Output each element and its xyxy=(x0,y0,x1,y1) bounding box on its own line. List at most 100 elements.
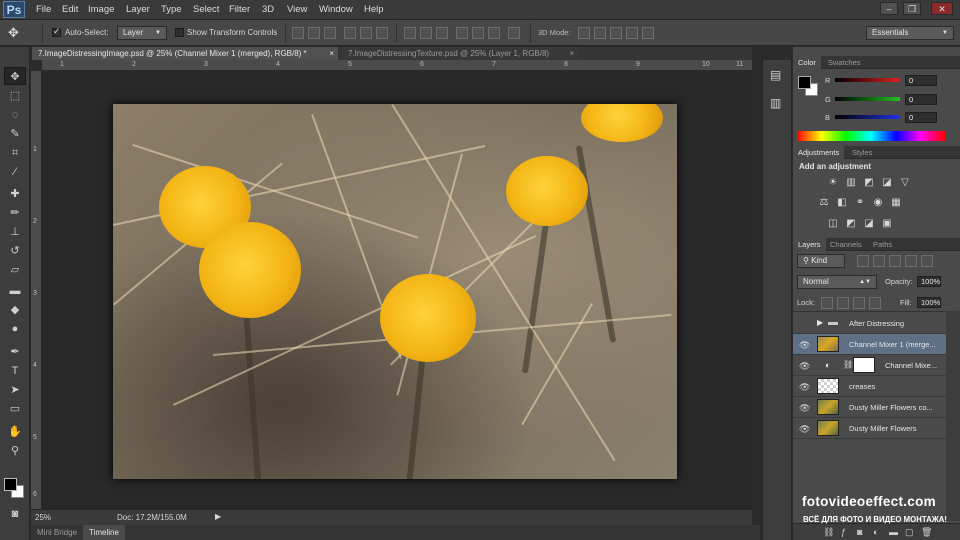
history-brush-tool-icon[interactable]: ↺ xyxy=(4,242,26,260)
hue-saturation-icon[interactable]: ⚖ xyxy=(818,197,830,208)
marquee-tool-icon[interactable]: ⬚ xyxy=(4,87,26,105)
tab-styles[interactable]: Styles xyxy=(847,146,877,159)
tab-swatches[interactable]: Swatches xyxy=(823,56,866,69)
new-adjustment-icon[interactable]: ◐ xyxy=(873,527,878,537)
filter-pixel-icon[interactable] xyxy=(857,255,869,267)
document-image[interactable] xyxy=(113,104,677,479)
tab-mini-bridge[interactable]: Mini Bridge xyxy=(31,525,84,540)
layer-filter-kind[interactable]: ⚲ Kind xyxy=(797,254,845,268)
filter-smart-object-icon[interactable] xyxy=(921,255,933,267)
crop-tool-icon[interactable]: ⌗ xyxy=(4,144,26,162)
eye-icon[interactable]: 👁 xyxy=(799,424,810,435)
path-select-tool-icon[interactable]: ➤ xyxy=(4,381,26,399)
tab-timeline[interactable]: Timeline xyxy=(83,525,125,540)
lock-position-icon[interactable] xyxy=(853,297,865,309)
layer-dusty-miller-copy[interactable]: 👁 Dusty Miller Flowers co... xyxy=(793,397,946,418)
close-button[interactable]: ✕ xyxy=(931,2,953,15)
visibility-off-icon[interactable]: · xyxy=(799,319,802,329)
channel-r-value[interactable]: 0 xyxy=(905,75,937,86)
black-white-icon[interactable]: ⚭ xyxy=(854,197,866,208)
workspace-dropdown[interactable]: Essentials ▼ xyxy=(866,26,954,40)
history-panel-icon[interactable]: ▤ xyxy=(770,68,781,82)
brightness-contrast-icon[interactable]: ☀ xyxy=(827,177,839,188)
filter-adjustment-icon[interactable] xyxy=(873,255,885,267)
lock-all-icon[interactable] xyxy=(869,297,881,309)
layer-dusty-miller[interactable]: 👁 Dusty Miller Flowers xyxy=(793,418,946,439)
gradient-map-icon[interactable]: ▣ xyxy=(881,218,893,229)
menu-type[interactable]: Type xyxy=(157,0,186,20)
channel-g-value[interactable]: 0 xyxy=(905,94,937,105)
distribute-right-icon[interactable] xyxy=(488,27,500,39)
auto-align-icon[interactable] xyxy=(508,27,520,39)
tab-color[interactable]: Color xyxy=(793,56,821,69)
menu-help[interactable]: Help xyxy=(360,0,388,20)
align-top-icon[interactable] xyxy=(292,27,304,39)
lock-transparent-icon[interactable] xyxy=(821,297,833,309)
fx-icon[interactable]: ƒ xyxy=(841,527,846,537)
channel-b-value[interactable]: 0 xyxy=(905,112,937,123)
pen-tool-icon[interactable]: ✒ xyxy=(4,343,26,361)
brush-tool-icon[interactable]: ✏ xyxy=(4,204,26,222)
layer-group-after-distressing[interactable]: · ▶ ▬ After Distressing xyxy=(793,313,946,334)
channel-mixer-icon[interactable]: ▦ xyxy=(890,197,902,208)
menu-edit[interactable]: Edit xyxy=(58,0,82,20)
menu-view[interactable]: View xyxy=(283,0,311,20)
new-group-icon[interactable]: ▬ xyxy=(889,527,898,537)
disclosure-arrow-icon[interactable]: ▶ xyxy=(817,318,823,327)
distribute-top-icon[interactable] xyxy=(404,27,416,39)
quick-mask-icon[interactable]: ◙ xyxy=(4,505,26,523)
blend-mode-dropdown[interactable]: Normal ▲▼ xyxy=(797,275,877,289)
doc-tab-image[interactable]: 7.ImageDistressingImage.psd @ 25% (Chann… xyxy=(32,47,338,60)
menu-3d[interactable]: 3D xyxy=(258,0,278,20)
channel-g-slider[interactable] xyxy=(835,97,900,101)
layer-channel-mixer-adjustment[interactable]: 👁 ◐ ⛓ Channel Mixe... xyxy=(793,355,946,376)
layers-scrollbar[interactable] xyxy=(946,311,960,521)
menu-filter[interactable]: Filter xyxy=(225,0,254,20)
tab-layers[interactable]: Layers xyxy=(793,238,826,251)
eyedropper-tool-icon[interactable]: ⁄ xyxy=(4,163,26,181)
3d-roll-icon[interactable] xyxy=(594,27,606,39)
quick-select-tool-icon[interactable]: ✎ xyxy=(4,125,26,143)
distribute-hcenter-icon[interactable] xyxy=(472,27,484,39)
shape-tool-icon[interactable]: ▭ xyxy=(4,400,26,418)
3d-pan-icon[interactable] xyxy=(610,27,622,39)
filter-type-icon[interactable] xyxy=(889,255,901,267)
menu-window[interactable]: Window xyxy=(315,0,357,20)
invert-icon[interactable]: ◫ xyxy=(827,218,839,229)
auto-select-checkbox[interactable] xyxy=(52,26,61,37)
distribute-bottom-icon[interactable] xyxy=(436,27,448,39)
levels-icon[interactable]: ▥ xyxy=(845,177,857,188)
trash-icon[interactable]: 🗑 xyxy=(921,527,932,538)
distribute-vcenter-icon[interactable] xyxy=(420,27,432,39)
auto-select-dropdown[interactable]: Layer ▼ xyxy=(117,26,167,40)
layer-channel-mixer-merged[interactable]: 👁 Channel Mixer 1 (merge... xyxy=(793,334,946,355)
color-spectrum-bar[interactable] xyxy=(797,131,945,141)
exposure-icon[interactable]: ◪ xyxy=(881,177,893,188)
align-hcenter-icon[interactable] xyxy=(360,27,372,39)
doc-tab-close-icon[interactable]: × xyxy=(569,47,574,60)
color-balance-icon[interactable]: ◧ xyxy=(836,197,848,208)
zoom-tool-icon[interactable]: ⚲ xyxy=(4,442,26,460)
properties-panel-icon[interactable]: ▥ xyxy=(770,96,781,110)
minimize-button[interactable]: – xyxy=(880,2,898,15)
align-bottom-icon[interactable] xyxy=(324,27,336,39)
channel-r-slider[interactable] xyxy=(835,78,900,82)
photo-filter-icon[interactable]: ◉ xyxy=(872,197,884,208)
eraser-tool-icon[interactable]: ▱ xyxy=(4,261,26,279)
tab-paths[interactable]: Paths xyxy=(868,238,897,251)
tab-channels[interactable]: Channels xyxy=(825,238,867,251)
menu-image[interactable]: Image xyxy=(84,0,118,20)
doc-tab-close-icon[interactable]: × xyxy=(329,47,334,60)
menu-layer[interactable]: Layer xyxy=(122,0,154,20)
add-mask-icon[interactable]: ◙ xyxy=(857,527,862,537)
move-tool-icon[interactable]: ✥ xyxy=(4,67,26,85)
eye-icon[interactable]: 👁 xyxy=(799,403,810,414)
curves-icon[interactable]: ◩ xyxy=(863,177,875,188)
posterize-icon[interactable]: ◩ xyxy=(845,218,857,229)
blur-tool-icon[interactable]: ◆ xyxy=(4,301,26,319)
clone-stamp-tool-icon[interactable]: ⊥ xyxy=(4,223,26,241)
zoom-level[interactable]: 25% xyxy=(35,513,51,522)
link-icon[interactable]: ⛓ xyxy=(843,360,853,369)
filter-shape-icon[interactable] xyxy=(905,255,917,267)
gradient-tool-icon[interactable]: ▬ xyxy=(4,282,26,300)
